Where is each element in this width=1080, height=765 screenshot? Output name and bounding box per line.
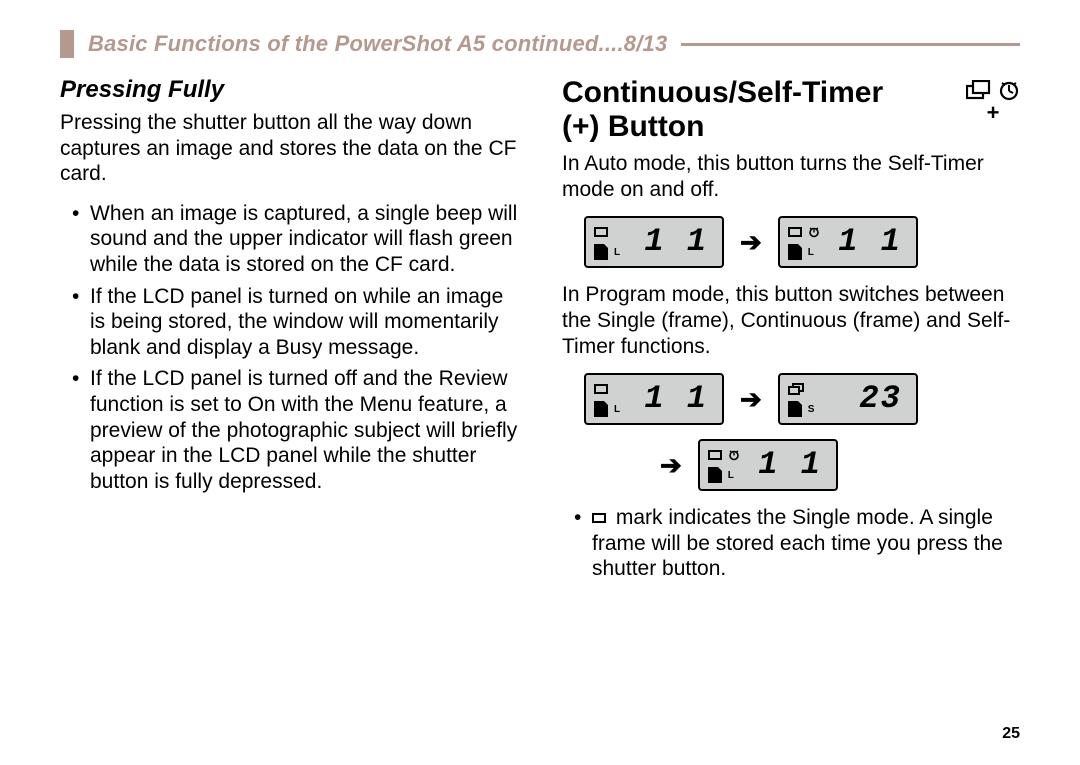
lcd-counter: 1 1 xyxy=(644,383,714,415)
lcd-counter: 23 xyxy=(838,383,908,415)
card-icon xyxy=(788,244,802,260)
section-title-row: Continuous/Self-Timer (+) Button xyxy=(562,76,1020,143)
quality-letter: S xyxy=(808,404,815,415)
plus-symbol: + xyxy=(966,100,1020,126)
bullet-item: mark indicates the Single mode. A single… xyxy=(592,505,1020,582)
bullet-text: mark indicates the Single mode. A single… xyxy=(592,506,1003,580)
left-column: Pressing Fully Pressing the shutter butt… xyxy=(60,76,518,588)
single-mode-icon xyxy=(788,227,802,237)
card-icon xyxy=(708,467,722,483)
page-number: 25 xyxy=(1002,725,1020,743)
right-column: Continuous/Self-Timer (+) Button xyxy=(562,76,1020,588)
single-mode-icon xyxy=(708,450,722,460)
manual-page: Basic Functions of the PowerShot A5 cont… xyxy=(0,0,1080,765)
title-icon-cluster: + xyxy=(958,76,1020,126)
single-mode-icon xyxy=(594,384,608,394)
single-mode-icon xyxy=(592,513,606,523)
card-icon xyxy=(788,401,802,417)
title-line-1: Continuous/Self-Timer xyxy=(562,76,883,109)
quality-letter: L xyxy=(728,470,734,481)
auto-mode-description: In Auto mode, this button turns the Self… xyxy=(562,151,1020,202)
single-mode-icon xyxy=(594,227,608,237)
pressing-fully-heading: Pressing Fully xyxy=(60,76,518,104)
continuous-icon xyxy=(966,80,992,100)
lcd-display: L 1 1 xyxy=(584,216,724,268)
quality-letter: L xyxy=(808,247,814,258)
arrow-icon: ➔ xyxy=(740,384,762,415)
self-timer-icon xyxy=(808,226,820,238)
bullet-item: If the LCD panel is turned off and the R… xyxy=(90,366,518,494)
quality-letter: L xyxy=(614,247,620,258)
header-title: Basic Functions of the PowerShot A5 cont… xyxy=(88,31,681,57)
lcd-display: L 1 1 xyxy=(698,439,838,491)
lcd-display: L 1 1 xyxy=(778,216,918,268)
card-icon xyxy=(594,244,608,260)
title-line-2: (+) Button xyxy=(562,110,704,143)
self-timer-icon xyxy=(728,449,740,461)
self-timer-icon xyxy=(998,80,1020,102)
lcd-program-row-2: ➔ xyxy=(660,439,1020,491)
card-icon xyxy=(594,401,608,417)
program-mode-description: In Program mode, this button switches be… xyxy=(562,282,1020,359)
lcd-display: S 23 xyxy=(778,373,918,425)
header-rule-line xyxy=(681,43,1020,46)
pressing-fully-intro: Pressing the shutter button all the way … xyxy=(60,110,518,187)
lcd-program-row-1: L 1 1 ➔ S 23 xyxy=(584,373,1020,425)
lcd-counter: 1 1 xyxy=(838,226,908,258)
header-accent-bar xyxy=(60,30,74,58)
section-header: Basic Functions of the PowerShot A5 cont… xyxy=(60,30,1020,58)
single-mode-bullets: mark indicates the Single mode. A single… xyxy=(562,505,1020,582)
lcd-display: L 1 1 xyxy=(584,373,724,425)
pressing-fully-bullets: When an image is captured, a single beep… xyxy=(60,201,518,495)
continuous-selftimer-heading: Continuous/Self-Timer (+) Button xyxy=(562,76,958,143)
arrow-icon: ➔ xyxy=(740,227,762,258)
lcd-counter: 1 1 xyxy=(644,226,714,258)
quality-letter: L xyxy=(614,404,620,415)
lcd-counter: 1 1 xyxy=(758,449,828,481)
arrow-icon: ➔ xyxy=(660,450,682,481)
lcd-auto-row: L 1 1 ➔ xyxy=(584,216,1020,268)
bullet-item: When an image is captured, a single beep… xyxy=(90,201,518,278)
bullet-item: If the LCD panel is turned on while an i… xyxy=(90,284,518,361)
two-column-layout: Pressing Fully Pressing the shutter butt… xyxy=(60,76,1020,588)
continuous-mode-icon xyxy=(788,383,804,395)
